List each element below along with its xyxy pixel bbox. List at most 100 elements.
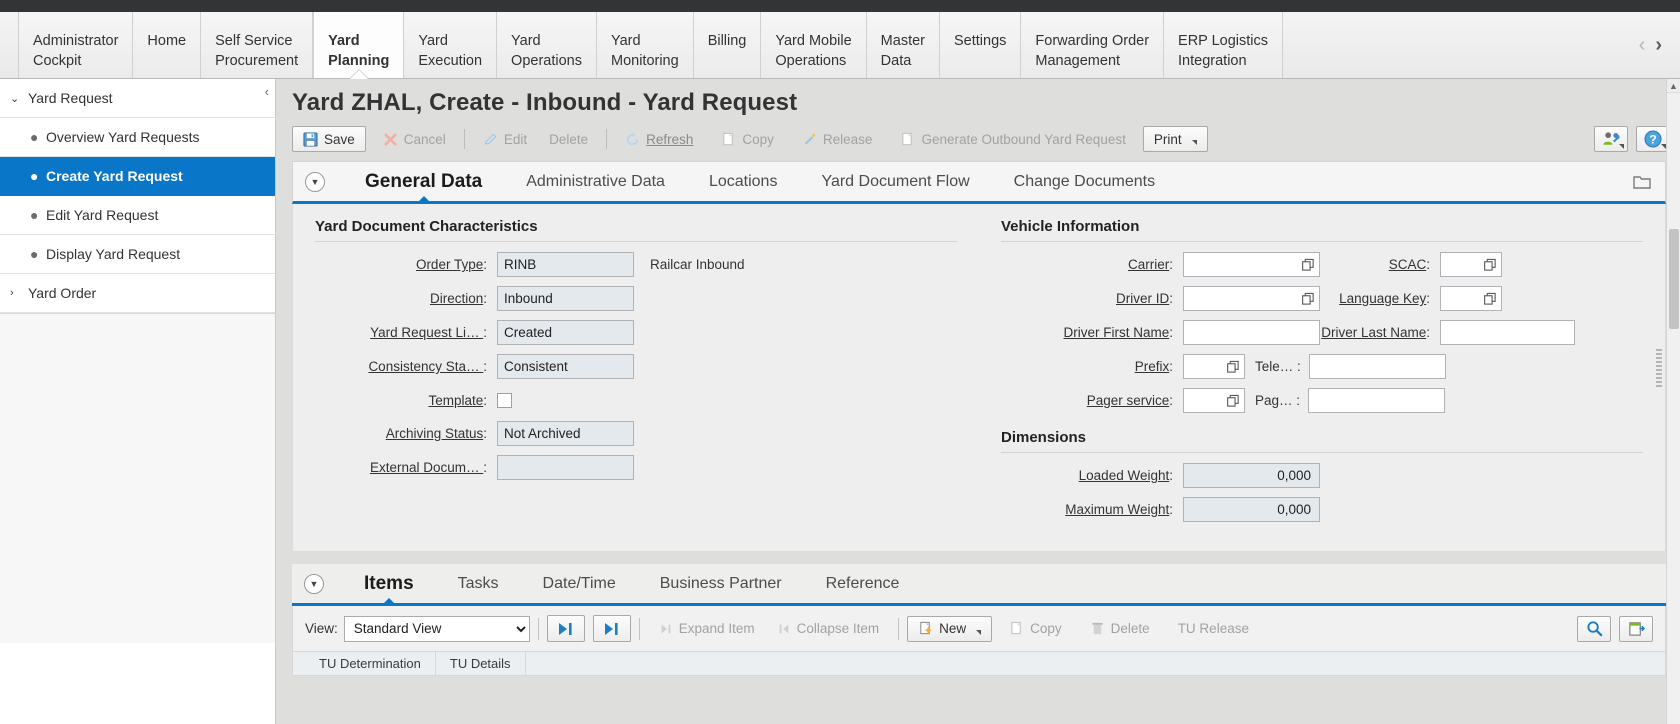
- value-help-icon[interactable]: [1227, 360, 1240, 373]
- release-button[interactable]: Release: [791, 126, 884, 152]
- tab-general-data[interactable]: General Data: [343, 162, 504, 204]
- items-copy-button[interactable]: Copy: [998, 616, 1073, 642]
- input-external-document[interactable]: [497, 455, 634, 480]
- column-header-tu-determination[interactable]: TU Determination: [305, 652, 436, 675]
- topnav-item-forwarding-order-management[interactable]: Forwarding Order Management: [1021, 12, 1165, 78]
- items-delete-button[interactable]: Delete: [1079, 616, 1161, 642]
- value-help-icon[interactable]: [1484, 258, 1497, 271]
- personalize-button[interactable]: [1594, 126, 1628, 152]
- generate-outbound-yard-request-button[interactable]: Generate Outbound Yard Request: [889, 126, 1136, 152]
- input-archiving-status[interactable]: Not Archived: [497, 421, 634, 446]
- value-help-icon[interactable]: [1484, 292, 1497, 305]
- input-prefix[interactable]: [1183, 354, 1245, 379]
- sidebar-item-overview-yard-requests[interactable]: ● Overview Yard Requests: [0, 118, 275, 157]
- sidebar-group-yard-order[interactable]: › Yard Order: [0, 274, 275, 313]
- svg-text:?: ?: [1649, 133, 1656, 147]
- chevron-left-icon[interactable]: ‹: [1639, 34, 1646, 57]
- edit-button[interactable]: Edit: [472, 126, 538, 152]
- tab-tasks[interactable]: Tasks: [436, 564, 521, 603]
- topnav-item-self-service-procurement[interactable]: Self Service Procurement: [201, 12, 314, 78]
- input-language-key[interactable]: [1440, 286, 1502, 311]
- delete-button[interactable]: Delete: [538, 126, 599, 152]
- topnav-item-yard-monitoring[interactable]: Yard Monitoring: [596, 12, 694, 78]
- tab-yard-document-flow[interactable]: Yard Document Flow: [799, 162, 991, 201]
- help-button[interactable]: ?: [1636, 126, 1670, 152]
- tab-business-partner[interactable]: Business Partner: [638, 564, 804, 603]
- input-consistency-status[interactable]: Consistent: [497, 354, 634, 379]
- sidenav-collapse-icon[interactable]: ‹: [265, 84, 269, 99]
- topnav-item-billing[interactable]: Billing: [693, 12, 762, 78]
- expand-item-button[interactable]: Expand Item: [648, 616, 766, 642]
- checkbox-template[interactable]: [497, 392, 512, 408]
- sidebar-item-edit-yard-request[interactable]: ● Edit Yard Request: [0, 196, 275, 235]
- tu-release-button[interactable]: TU Release: [1167, 616, 1260, 642]
- input-carrier[interactable]: [1183, 252, 1320, 277]
- column-header-tu-details[interactable]: TU Details: [436, 652, 526, 675]
- value-help-icon[interactable]: [1227, 394, 1240, 407]
- input-order-type[interactable]: RINB: [497, 252, 634, 277]
- sidebar-item-create-yard-request[interactable]: ● Create Yard Request: [0, 157, 275, 196]
- tab-reference[interactable]: Reference: [804, 564, 922, 603]
- new-button[interactable]: New: [907, 615, 993, 642]
- search-button[interactable]: [1577, 615, 1611, 642]
- copy-label: Copy: [742, 131, 774, 147]
- topnav-item-yard-planning[interactable]: Yard Planning: [313, 12, 405, 78]
- field-row-order-type: Order Type: RINB Railcar Inbound: [315, 252, 957, 277]
- scroll-up-icon[interactable]: ▲: [1667, 79, 1680, 93]
- chevron-right-icon[interactable]: ›: [1655, 34, 1662, 57]
- view-select[interactable]: Standard View: [343, 615, 530, 642]
- tab-date-time[interactable]: Date/Time: [521, 564, 638, 603]
- navigate-down-button[interactable]: [546, 615, 585, 642]
- scrollbar-thumb[interactable]: [1669, 229, 1679, 329]
- topnav-item-erp-logistics-integration[interactable]: ERP Logistics Integration: [1164, 12, 1284, 78]
- collapse-item-button[interactable]: Collapse Item: [766, 616, 891, 642]
- sidebar-group-yard-request[interactable]: ⌄ Yard Request: [0, 79, 275, 118]
- input-driver-first-name[interactable]: [1183, 320, 1320, 345]
- input-scac[interactable]: [1440, 252, 1502, 277]
- topnav-item-yard-operations[interactable]: Yard Operations: [497, 12, 597, 78]
- input-telephone[interactable]: [1308, 354, 1446, 379]
- splitter-handle[interactable]: [1656, 349, 1662, 389]
- folder-icon[interactable]: [1633, 174, 1651, 190]
- panel-vertical-scrollbar[interactable]: ▲: [1666, 79, 1680, 724]
- tab-items[interactable]: Items: [342, 564, 436, 606]
- topnav-item-yard-execution[interactable]: Yard Execution: [404, 12, 498, 78]
- topnav-item-settings[interactable]: Settings: [940, 12, 1022, 78]
- label-external-document: External Docum… :: [369, 460, 487, 475]
- document-icon: [902, 132, 913, 145]
- input-driver-last-name[interactable]: [1440, 320, 1575, 345]
- items-copy-label: Copy: [1030, 621, 1062, 636]
- label-archiving-status: Archiving Status:: [385, 426, 487, 441]
- sidebar-item-label: Display Yard Request: [46, 246, 181, 262]
- input-pager-service[interactable]: [1183, 388, 1245, 413]
- export-button[interactable]: [1619, 615, 1653, 642]
- tab-administrative-data[interactable]: Administrative Data: [504, 162, 687, 201]
- sidebar-item-display-yard-request[interactable]: ● Display Yard Request: [0, 235, 275, 274]
- panel-collapse-toggle[interactable]: ▼: [305, 171, 325, 192]
- field-row-pager-service: Pager service: Pag… :: [1001, 388, 1643, 413]
- topnav-item-yard-mobile-operations[interactable]: Yard Mobile Operations: [761, 12, 867, 78]
- tab-locations[interactable]: Locations: [687, 162, 800, 201]
- print-button[interactable]: Print: [1142, 126, 1208, 152]
- navigate-up-button[interactable]: [592, 615, 631, 642]
- input-driver-id[interactable]: [1183, 286, 1320, 311]
- topnav-item-home[interactable]: Home: [133, 12, 202, 78]
- input-maximum-weight[interactable]: 0,000: [1183, 497, 1320, 522]
- cancel-button[interactable]: Cancel: [372, 126, 457, 152]
- input-direction[interactable]: Inbound: [497, 286, 634, 311]
- refresh-icon: [627, 131, 639, 145]
- save-button[interactable]: Save: [292, 126, 366, 152]
- view-label: View:: [305, 621, 338, 636]
- items-collapse-toggle[interactable]: ▼: [304, 573, 324, 594]
- input-loaded-weight[interactable]: 0,000: [1183, 463, 1320, 488]
- topnav-item-administrator-cockpit[interactable]: Administrator Cockpit: [18, 12, 134, 78]
- value-help-icon[interactable]: [1302, 258, 1315, 271]
- page-header: Yard ZHAL, Create - Inbound - Yard Reque…: [276, 79, 1680, 126]
- tab-change-documents[interactable]: Change Documents: [992, 162, 1177, 201]
- copy-button[interactable]: Copy: [710, 126, 785, 152]
- value-help-icon[interactable]: [1302, 292, 1315, 305]
- topnav-item-master-data[interactable]: Master Data: [866, 12, 940, 78]
- refresh-button[interactable]: Refresh: [614, 126, 704, 152]
- input-pager[interactable]: [1308, 388, 1446, 413]
- input-yard-request-lifecycle[interactable]: Created: [497, 320, 634, 345]
